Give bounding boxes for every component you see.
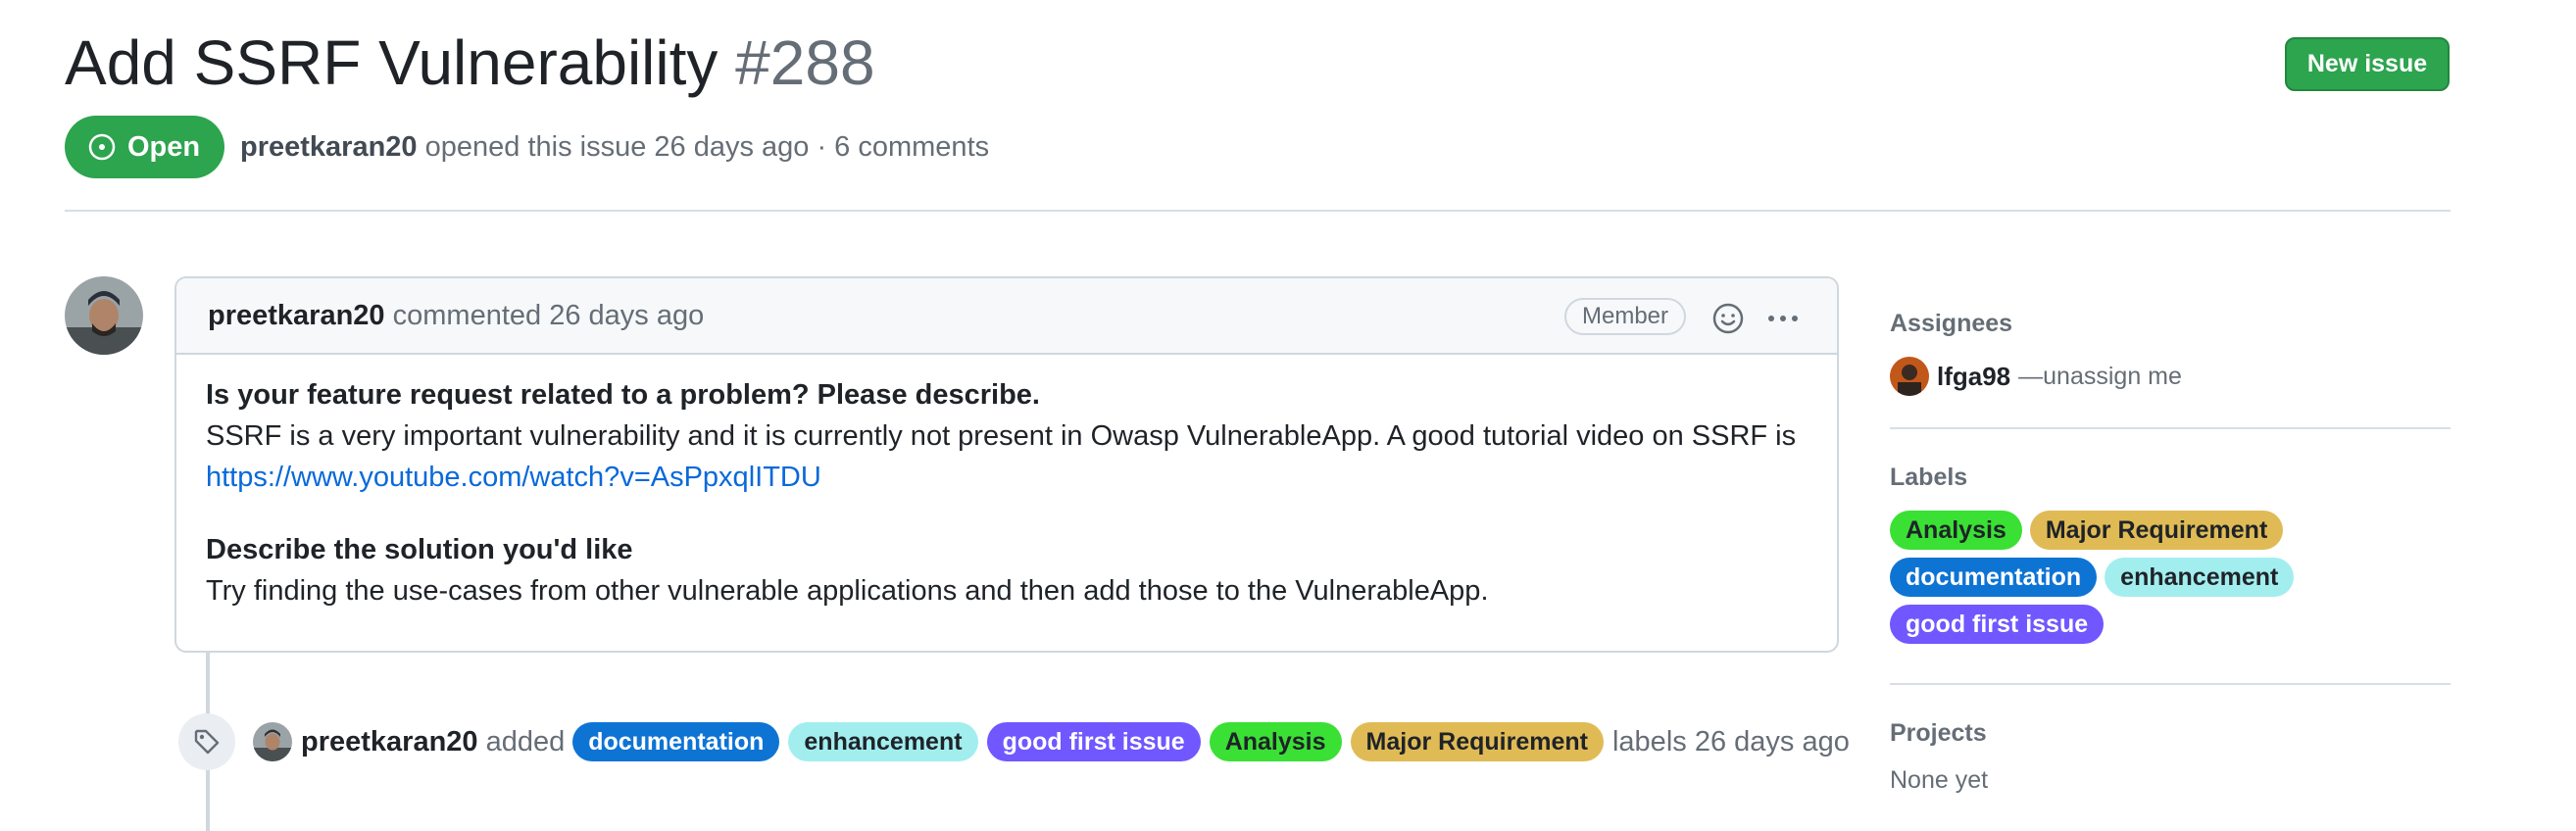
label-enhancement[interactable]: enhancement [2105, 558, 2295, 597]
label-good-first-issue[interactable]: good first issue [986, 722, 1201, 761]
comment-author-line: preetkaran20 commented 26 days ago [208, 297, 704, 334]
comment-author-avatar[interactable] [65, 276, 143, 355]
issue-comment: preetkaran20 commented 26 days ago Membe… [174, 276, 1839, 653]
label-row: documentation enhancement [1890, 558, 2451, 605]
label-major-requirement[interactable]: Major Requirement [1350, 722, 1604, 761]
projects-value: None yet [1890, 766, 1989, 794]
label-event: preetkaran20 added documentation enhancem… [253, 721, 1850, 762]
avatar-image [1890, 357, 1929, 396]
comment-header: preetkaran20 commented 26 days ago Membe… [176, 278, 1837, 355]
comment-timestamp[interactable]: commented 26 days ago [393, 300, 705, 331]
new-issue-button[interactable]: New issue [2285, 37, 2450, 91]
unassign-link[interactable]: —unassign me [2018, 363, 2182, 391]
youtube-link[interactable]: https://www.youtube.com/watch?v=AsPpxqlI… [206, 462, 821, 493]
labels-heading[interactable]: Labels [1890, 464, 2451, 492]
label-analysis[interactable]: Analysis [1209, 722, 1342, 761]
comment-paragraph-solution: Try finding the use-cases from other vul… [206, 575, 1489, 607]
assignee-avatar[interactable] [1890, 357, 1929, 396]
issue-page: Add SSRF Vulnerability #288 New issue Op… [0, 0, 2576, 831]
projects-heading[interactable]: Projects [1890, 719, 2451, 748]
sidebar-divider [1890, 683, 2451, 685]
event-suffix[interactable]: labels 26 days ago [1612, 726, 1850, 758]
sidebar-labels: Analysis Major Requirement documentation en… [1890, 511, 2451, 652]
sidebar-divider [1890, 427, 2451, 429]
avatar-image [253, 722, 292, 761]
avatar-image [65, 276, 143, 355]
label-row: good first issue [1890, 605, 2451, 652]
comment-body: Is your feature request related to a pro… [176, 355, 1837, 631]
label-good-first-issue[interactable]: good first issue [1890, 605, 2105, 644]
issue-title-text: Add SSRF Vulnerability [65, 27, 718, 98]
assignees-heading[interactable]: Assignees [1890, 310, 2451, 338]
issue-opened-text: opened this issue 26 days ago · 6 commen… [424, 131, 990, 163]
tag-icon [194, 729, 220, 755]
label-row: Analysis Major Requirement [1890, 511, 2451, 558]
event-verb: added [485, 725, 566, 758]
issue-meta: preetkaran20 opened this issue 26 days a… [240, 127, 989, 167]
label-documentation[interactable]: documentation [572, 722, 780, 761]
header-divider [65, 210, 2451, 212]
issue-title: Add SSRF Vulnerability #288 [65, 18, 875, 108]
assignee-link[interactable]: lfga98 [1937, 362, 2010, 392]
member-badge: Member [1564, 298, 1687, 335]
event-actor-avatar[interactable] [253, 722, 292, 761]
label-event-badge [178, 713, 235, 770]
more-options-icon[interactable] [1764, 302, 1802, 335]
event-labels: documentation enhancement good first issue… [572, 722, 1612, 761]
issue-author-link[interactable]: preetkaran20 [240, 131, 418, 163]
label-documentation[interactable]: documentation [1890, 558, 2098, 597]
assignee-row: lfga98 —unassign me [1890, 357, 2182, 396]
issue-state-label: Open [127, 130, 201, 163]
event-actor-link[interactable]: preetkaran20 [301, 726, 478, 758]
issue-state-badge: Open [65, 116, 224, 178]
comment-heading-problem: Is your feature request related to a pro… [206, 379, 1040, 411]
add-reaction-icon[interactable] [1711, 302, 1745, 335]
comment-author-link[interactable]: preetkaran20 [208, 300, 385, 331]
label-analysis[interactable]: Analysis [1890, 511, 2022, 550]
comment-paragraph-problem: SSRF is a very important vulnerability a… [206, 420, 1797, 452]
label-major-requirement[interactable]: Major Requirement [2029, 511, 2284, 550]
label-enhancement[interactable]: enhancement [788, 722, 978, 761]
issue-number: #288 [735, 27, 875, 98]
issue-open-icon [88, 133, 116, 161]
comment-heading-solution: Describe the solution you'd like [206, 534, 633, 565]
